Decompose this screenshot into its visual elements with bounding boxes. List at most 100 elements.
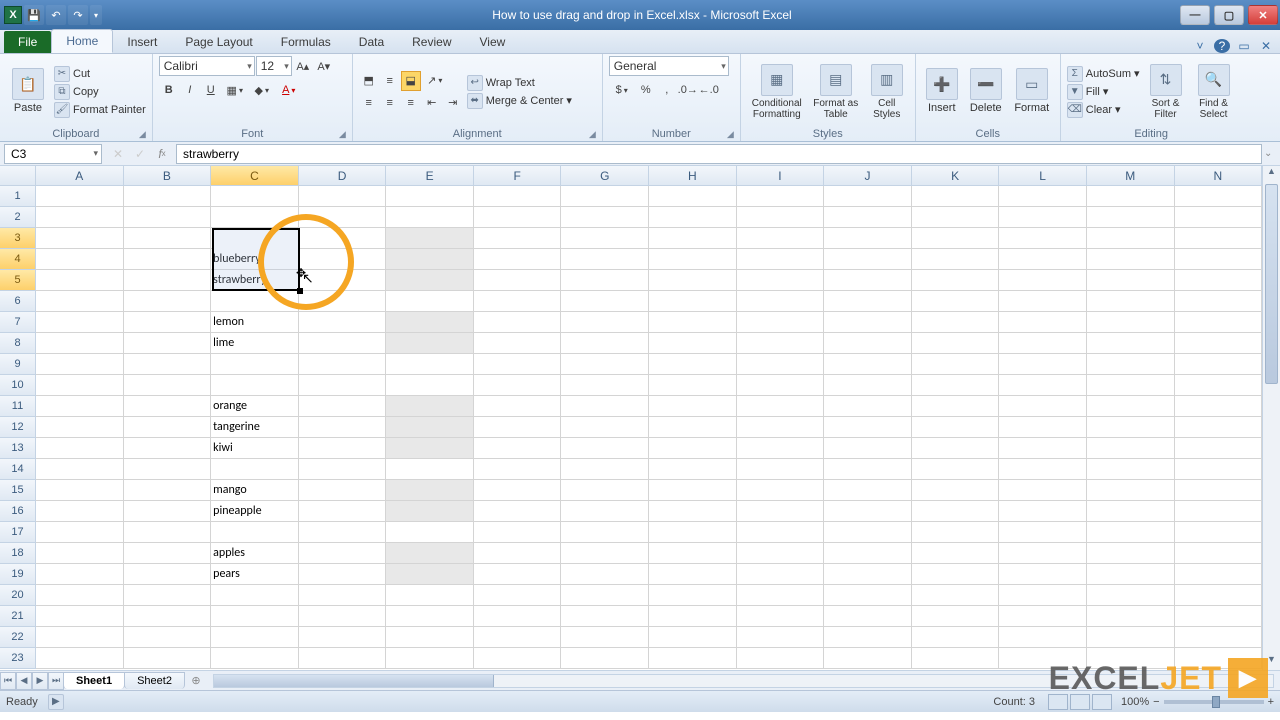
column-header-L[interactable]: L bbox=[999, 166, 1087, 186]
cell-L17[interactable] bbox=[999, 522, 1087, 543]
cell-E12[interactable] bbox=[386, 417, 474, 438]
cell-M2[interactable] bbox=[1087, 207, 1175, 228]
cell-M22[interactable] bbox=[1087, 627, 1175, 648]
row-header-11[interactable]: 11 bbox=[0, 396, 36, 417]
cell-L19[interactable] bbox=[999, 564, 1087, 585]
cell-C1[interactable] bbox=[211, 186, 299, 207]
cell-H21[interactable] bbox=[649, 606, 737, 627]
cell-F7[interactable] bbox=[474, 312, 562, 333]
cell-B23[interactable] bbox=[124, 648, 212, 669]
cell-N21[interactable] bbox=[1175, 606, 1263, 627]
cell-B2[interactable] bbox=[124, 207, 212, 228]
cell-L15[interactable] bbox=[999, 480, 1087, 501]
cut-button[interactable]: ✂Cut bbox=[54, 66, 146, 82]
cell-D12[interactable] bbox=[299, 417, 387, 438]
cell-D3[interactable] bbox=[299, 228, 387, 249]
cell-J15[interactable] bbox=[824, 480, 912, 501]
cell-I6[interactable] bbox=[737, 291, 825, 312]
insert-cells-button[interactable]: ➕Insert bbox=[922, 59, 962, 125]
cell-G20[interactable] bbox=[561, 585, 649, 606]
maximize-button[interactable]: ▢ bbox=[1214, 5, 1244, 25]
cell-B15[interactable] bbox=[124, 480, 212, 501]
cell-L11[interactable] bbox=[999, 396, 1087, 417]
cell-F15[interactable] bbox=[474, 480, 562, 501]
increase-indent-icon[interactable]: ⇥ bbox=[443, 93, 463, 113]
row-header-22[interactable]: 22 bbox=[0, 627, 36, 648]
cell-N11[interactable] bbox=[1175, 396, 1263, 417]
cell-A19[interactable] bbox=[36, 564, 124, 585]
cell-L5[interactable] bbox=[999, 270, 1087, 291]
cell-E16[interactable] bbox=[386, 501, 474, 522]
cell-M10[interactable] bbox=[1087, 375, 1175, 396]
help-icon[interactable]: ? bbox=[1214, 39, 1230, 53]
clipboard-launcher-icon[interactable]: ◢ bbox=[139, 129, 146, 140]
cell-A9[interactable] bbox=[36, 354, 124, 375]
undo-icon[interactable]: ↶ bbox=[46, 5, 66, 25]
cell-A5[interactable] bbox=[36, 270, 124, 291]
cell-L12[interactable] bbox=[999, 417, 1087, 438]
cell-J17[interactable] bbox=[824, 522, 912, 543]
cell-C2[interactable] bbox=[211, 207, 299, 228]
cell-A23[interactable] bbox=[36, 648, 124, 669]
cell-B3[interactable] bbox=[124, 228, 212, 249]
format-as-table-button[interactable]: ▤Format as Table bbox=[811, 59, 861, 125]
cell-I17[interactable] bbox=[737, 522, 825, 543]
cell-G18[interactable] bbox=[561, 543, 649, 564]
orientation-icon[interactable]: ↗ bbox=[422, 71, 448, 91]
cell-B19[interactable] bbox=[124, 564, 212, 585]
cell-E18[interactable] bbox=[386, 543, 474, 564]
grow-font-icon[interactable]: A▴ bbox=[293, 56, 313, 76]
cell-H7[interactable] bbox=[649, 312, 737, 333]
cell-J4[interactable] bbox=[824, 249, 912, 270]
cell-A18[interactable] bbox=[36, 543, 124, 564]
cell-I23[interactable] bbox=[737, 648, 825, 669]
cell-J10[interactable] bbox=[824, 375, 912, 396]
new-sheet-icon[interactable]: ⊕ bbox=[185, 674, 207, 687]
cell-G21[interactable] bbox=[561, 606, 649, 627]
cell-D1[interactable] bbox=[299, 186, 387, 207]
cell-B4[interactable] bbox=[124, 249, 212, 270]
cell-N22[interactable] bbox=[1175, 627, 1263, 648]
cell-B17[interactable] bbox=[124, 522, 212, 543]
cell-E2[interactable] bbox=[386, 207, 474, 228]
cell-D9[interactable] bbox=[299, 354, 387, 375]
cell-G2[interactable] bbox=[561, 207, 649, 228]
cell-J9[interactable] bbox=[824, 354, 912, 375]
row-header-2[interactable]: 2 bbox=[0, 207, 36, 228]
cell-K22[interactable] bbox=[912, 627, 1000, 648]
cell-E17[interactable] bbox=[386, 522, 474, 543]
cell-A21[interactable] bbox=[36, 606, 124, 627]
cell-M3[interactable] bbox=[1087, 228, 1175, 249]
cell-I12[interactable] bbox=[737, 417, 825, 438]
row-header-6[interactable]: 6 bbox=[0, 291, 36, 312]
cell-H12[interactable] bbox=[649, 417, 737, 438]
sheet-tab-1[interactable]: Sheet1 bbox=[63, 672, 125, 689]
cell-L13[interactable] bbox=[999, 438, 1087, 459]
cell-K8[interactable] bbox=[912, 333, 1000, 354]
cell-C23[interactable] bbox=[211, 648, 299, 669]
cell-N3[interactable] bbox=[1175, 228, 1263, 249]
cell-B20[interactable] bbox=[124, 585, 212, 606]
cell-M8[interactable] bbox=[1087, 333, 1175, 354]
column-header-F[interactable]: F bbox=[474, 166, 562, 186]
cell-I5[interactable] bbox=[737, 270, 825, 291]
cell-C4[interactable]: blueberry bbox=[211, 249, 299, 270]
cell-B10[interactable] bbox=[124, 375, 212, 396]
conditional-formatting-button[interactable]: ▦Conditional Formatting bbox=[747, 59, 807, 125]
cell-H10[interactable] bbox=[649, 375, 737, 396]
tab-review[interactable]: Review bbox=[398, 31, 465, 53]
row-header-5[interactable]: 5 bbox=[0, 270, 36, 291]
cell-J22[interactable] bbox=[824, 627, 912, 648]
row-header-23[interactable]: 23 bbox=[0, 648, 36, 669]
cell-D10[interactable] bbox=[299, 375, 387, 396]
cell-E5[interactable] bbox=[386, 270, 474, 291]
cell-B12[interactable] bbox=[124, 417, 212, 438]
cell-C18[interactable]: apples bbox=[211, 543, 299, 564]
cell-D7[interactable] bbox=[299, 312, 387, 333]
cell-J21[interactable] bbox=[824, 606, 912, 627]
cell-I15[interactable] bbox=[737, 480, 825, 501]
cell-C6[interactable] bbox=[211, 291, 299, 312]
cell-B6[interactable] bbox=[124, 291, 212, 312]
cell-N9[interactable] bbox=[1175, 354, 1263, 375]
cell-D18[interactable] bbox=[299, 543, 387, 564]
